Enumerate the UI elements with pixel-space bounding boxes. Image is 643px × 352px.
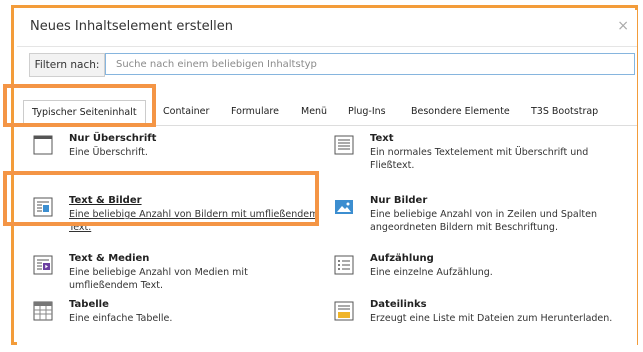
search-input[interactable] bbox=[105, 53, 635, 75]
table-icon bbox=[33, 301, 53, 321]
item-name: Nur Bilder bbox=[370, 195, 428, 206]
item-name: Text & Medien bbox=[69, 253, 150, 264]
item-name: Dateilinks bbox=[370, 299, 427, 310]
highlight-item-box bbox=[3, 171, 319, 226]
item-desc: Ein normales Textelement mit Überschrift… bbox=[370, 147, 589, 171]
tab-besondere-elemente[interactable]: Besondere Elemente bbox=[411, 100, 510, 124]
filter-bar: Filtern nach: bbox=[29, 53, 637, 77]
item-name: Nur Überschrift bbox=[69, 133, 157, 144]
filter-label: Filtern nach: bbox=[29, 53, 105, 77]
tab-t3s-bootstrap[interactable]: T3S Bootstrap bbox=[531, 100, 598, 124]
highlight-tab-box bbox=[3, 84, 156, 127]
tab-menu[interactable]: Menü bbox=[301, 100, 327, 124]
item-name: Aufzählung bbox=[370, 253, 434, 264]
item-desc: Eine Überschrift. bbox=[69, 147, 148, 158]
item-name: Text bbox=[370, 133, 394, 144]
item-desc: Eine beliebige Anzahl von in Zeilen und … bbox=[370, 209, 597, 233]
bullets-icon bbox=[334, 255, 354, 275]
tab-container[interactable]: Container bbox=[163, 100, 209, 124]
images-icon bbox=[335, 200, 353, 214]
item-desc: Eine beliebige Anzahl von Medien mit umf… bbox=[69, 267, 248, 291]
text-media-icon bbox=[33, 255, 53, 275]
filelinks-icon bbox=[334, 301, 354, 321]
dialog-title: Neues Inhaltselement erstellen bbox=[30, 19, 234, 34]
dialog-header: Neues Inhaltselement erstellen × bbox=[17, 10, 637, 47]
tab-formulare[interactable]: Formulare bbox=[231, 100, 279, 124]
tab-plug-ins[interactable]: Plug-Ins bbox=[348, 100, 386, 124]
header-icon bbox=[33, 135, 53, 155]
close-icon[interactable]: × bbox=[617, 18, 629, 34]
item-desc: Erzeugt eine Liste mit Dateien zum Herun… bbox=[370, 313, 613, 324]
item-name: Tabelle bbox=[69, 299, 109, 310]
text-icon bbox=[334, 135, 354, 155]
item-desc: Eine einfache Tabelle. bbox=[69, 313, 173, 324]
item-desc: Eine einzelne Aufzählung. bbox=[370, 267, 493, 278]
